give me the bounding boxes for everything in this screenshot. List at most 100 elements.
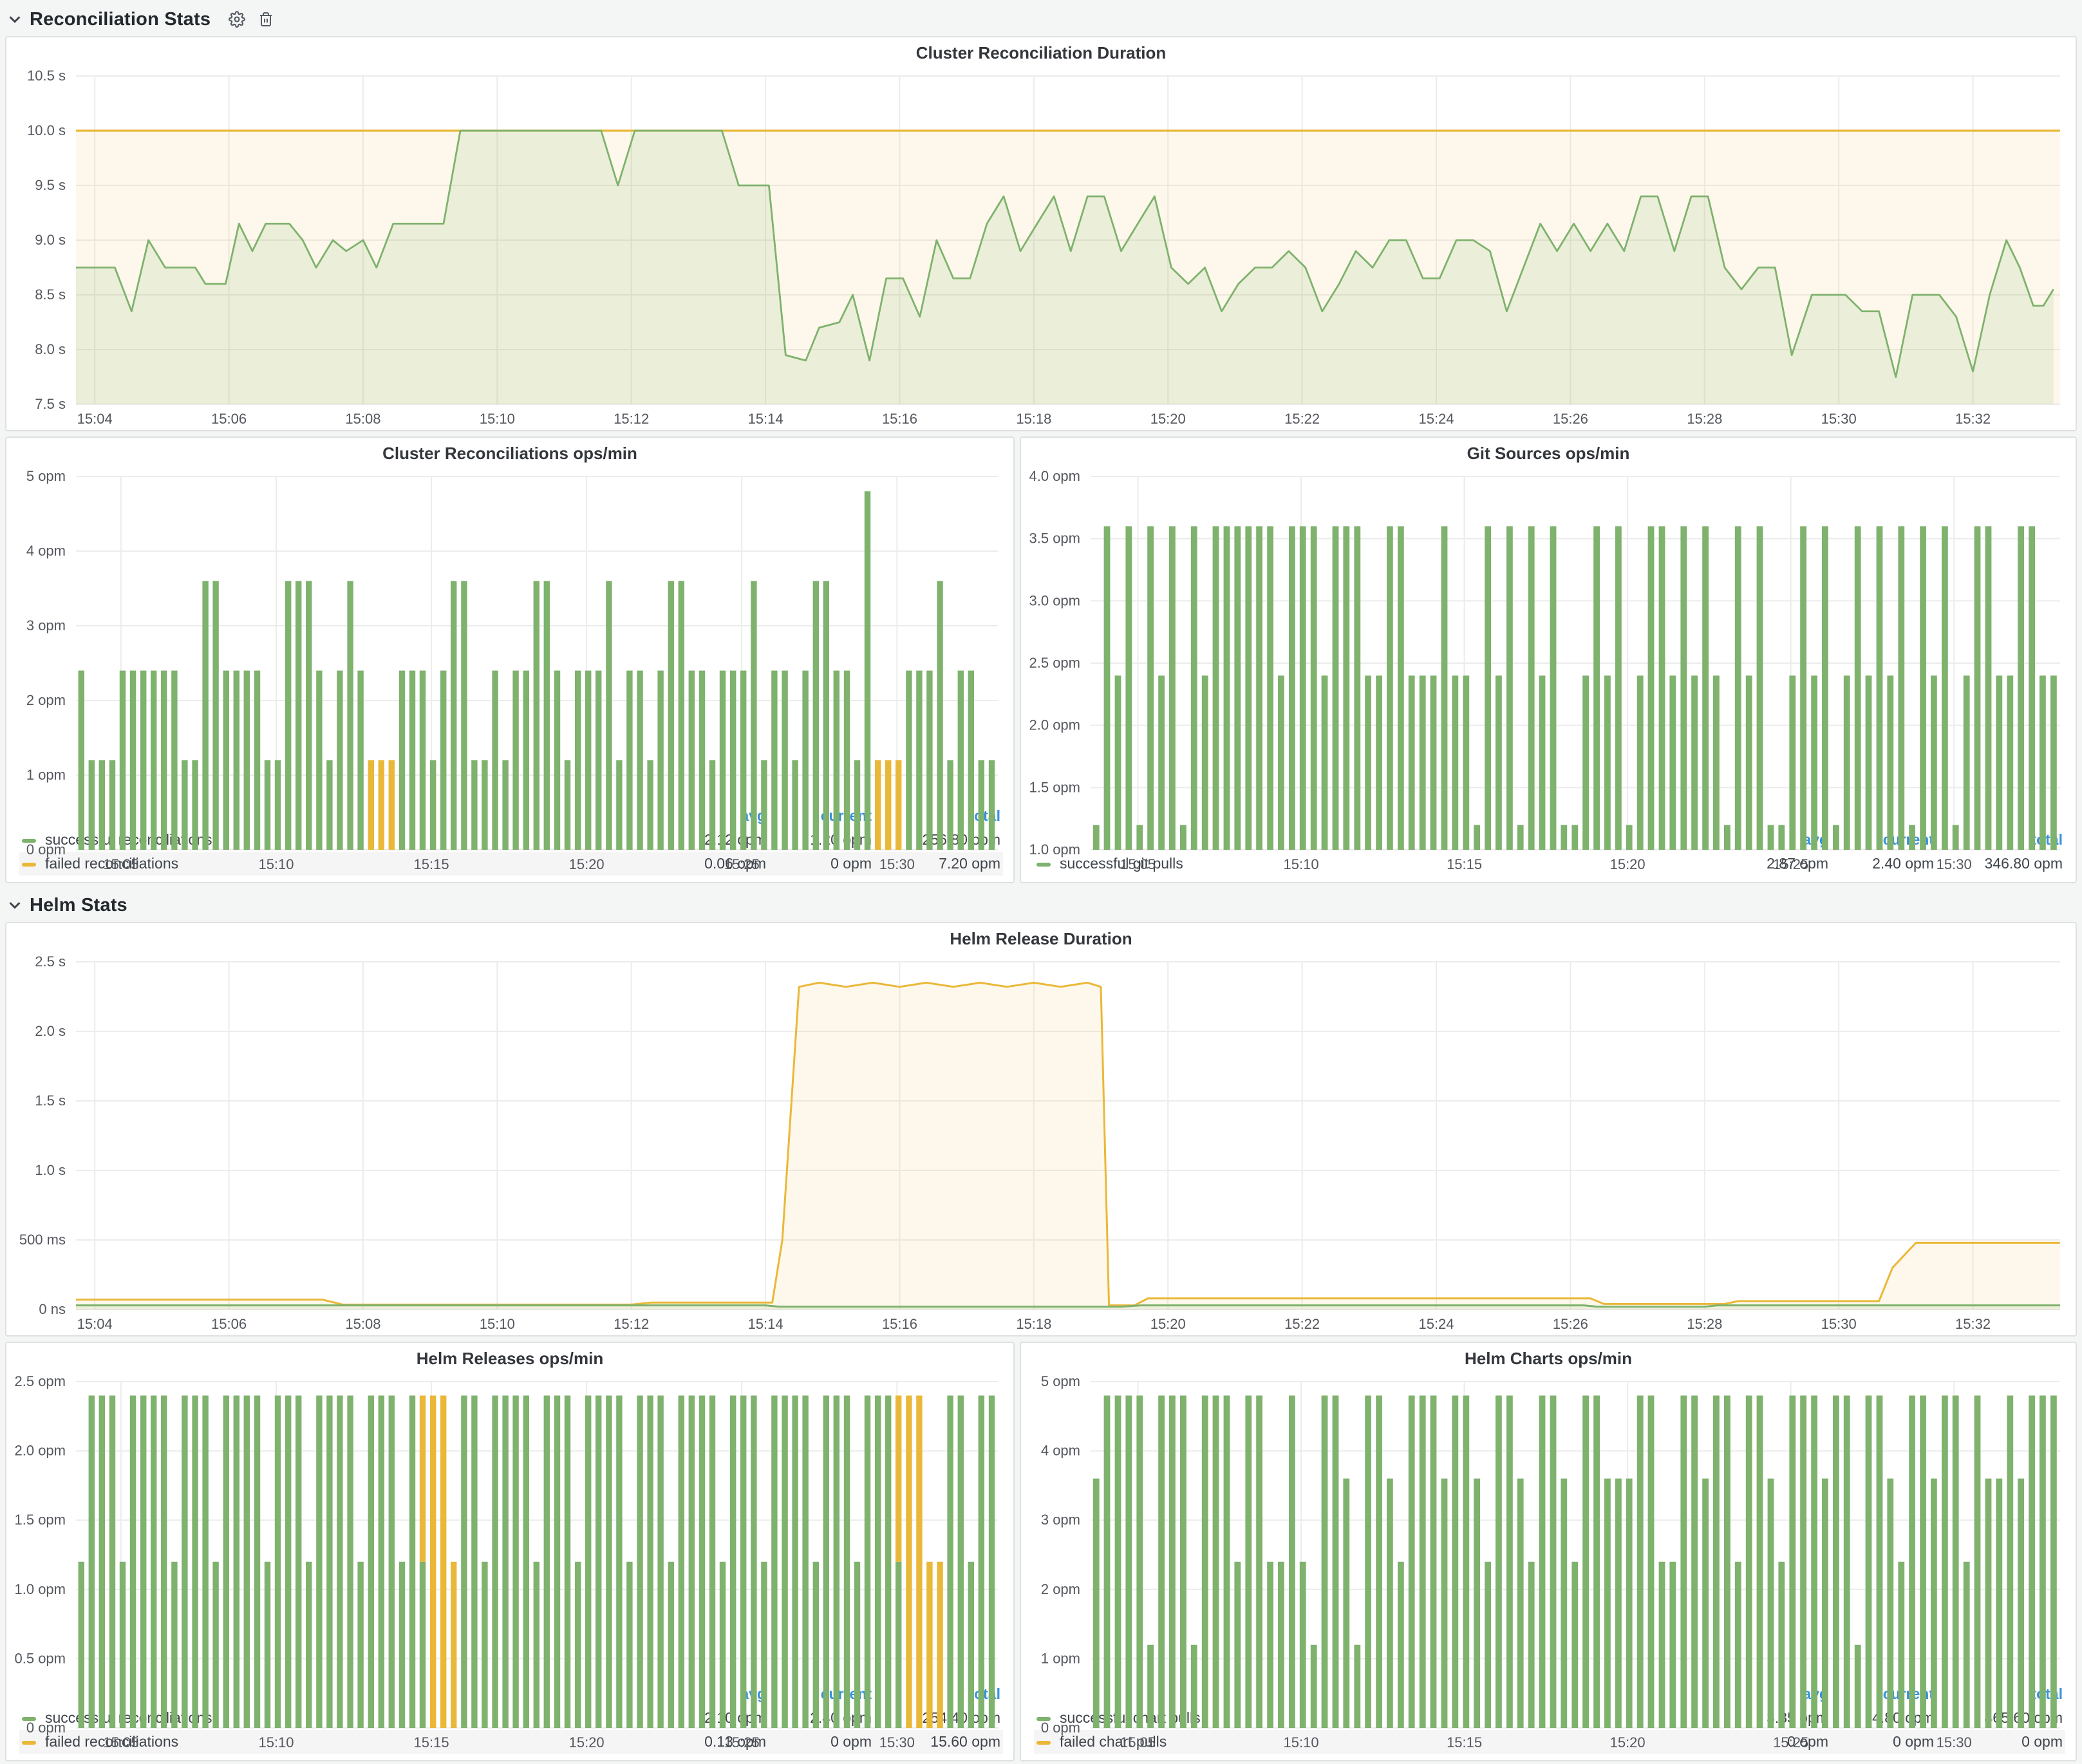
svg-text:15:05: 15:05 <box>103 1734 138 1750</box>
svg-text:1 opm: 1 opm <box>1041 1650 1080 1666</box>
helm-releases-chart[interactable]: 0 opm0.5 opm1.0 opm1.5 opm2.0 opm2.5 opm… <box>6 1371 1013 1682</box>
svg-text:8.0 s: 8.0 s <box>35 341 66 357</box>
svg-text:15:12: 15:12 <box>614 411 649 427</box>
svg-text:2 opm: 2 opm <box>26 692 66 708</box>
grafana-dashboard: Reconciliation Stats Cluster Reconciliat… <box>0 0 2082 1764</box>
svg-text:7.5 s: 7.5 s <box>35 396 66 412</box>
chevron-down-icon[interactable] <box>8 12 22 26</box>
svg-text:15:20: 15:20 <box>569 1734 605 1750</box>
svg-text:15:30: 15:30 <box>879 856 915 872</box>
panel-title[interactable]: Helm Release Duration <box>6 923 2076 952</box>
svg-text:0 opm: 0 opm <box>26 841 66 858</box>
svg-text:15:32: 15:32 <box>1955 411 1991 427</box>
helm-charts-chart[interactable]: 0 opm1 opm2 opm3 opm4 opm5 opm15:0515:10… <box>1021 1371 2076 1682</box>
svg-text:15:15: 15:15 <box>414 856 449 872</box>
svg-text:15:25: 15:25 <box>1773 1734 1808 1750</box>
svg-text:15:08: 15:08 <box>345 1316 380 1332</box>
svg-text:3 opm: 3 opm <box>26 617 66 633</box>
svg-text:15:25: 15:25 <box>724 856 760 872</box>
svg-text:15:04: 15:04 <box>77 411 113 427</box>
svg-text:1.0 opm: 1.0 opm <box>1029 841 1081 858</box>
panel-helm-charts: Helm Charts ops/min 0 opm 1 opm 2 opm 3 opm… <box>1020 1342 2077 1761</box>
svg-text:2.0 s: 2.0 s <box>35 1023 66 1039</box>
svg-text:3.0 opm: 3.0 opm <box>1029 592 1081 608</box>
svg-text:15:12: 15:12 <box>614 1316 649 1332</box>
svg-text:15:05: 15:05 <box>103 856 138 872</box>
svg-text:15:30: 15:30 <box>1937 1734 1972 1750</box>
svg-text:15:04: 15:04 <box>77 1316 113 1332</box>
panel-helm-release-duration: Helm Release Duration 0 ns500 ms1.0 s1.5… <box>5 922 2077 1337</box>
chevron-down-icon[interactable] <box>8 898 22 912</box>
svg-text:15:18: 15:18 <box>1016 1316 1051 1332</box>
svg-text:15:15: 15:15 <box>1447 1734 1482 1750</box>
svg-text:15:28: 15:28 <box>1687 1316 1722 1332</box>
svg-text:0 opm: 0 opm <box>26 1720 66 1736</box>
svg-text:2.5 opm: 2.5 opm <box>15 1373 66 1389</box>
svg-text:15:10: 15:10 <box>1284 1734 1319 1750</box>
svg-text:4 opm: 4 opm <box>1041 1443 1080 1459</box>
panel-title[interactable]: Cluster Reconciliation Duration <box>6 37 2076 66</box>
svg-text:15:20: 15:20 <box>1150 1316 1186 1332</box>
svg-text:15:32: 15:32 <box>1955 1316 1991 1332</box>
svg-text:0 opm: 0 opm <box>1041 1720 1080 1736</box>
panel-title[interactable]: Cluster Reconciliations ops/min <box>6 438 1013 466</box>
svg-text:4.0 opm: 4.0 opm <box>1029 468 1081 484</box>
svg-text:15:20: 15:20 <box>1610 856 1646 872</box>
svg-text:15:28: 15:28 <box>1687 411 1722 427</box>
panel-cluster-reconciliations: Cluster Reconciliations ops/min 0 opm 1 o… <box>5 436 1015 883</box>
svg-text:500 ms: 500 ms <box>19 1232 66 1248</box>
svg-text:2.0 opm: 2.0 opm <box>15 1443 66 1459</box>
panel-title[interactable]: Helm Releases ops/min <box>6 1343 1013 1371</box>
svg-text:5 opm: 5 opm <box>26 468 66 484</box>
cluster-reconciliation-duration-chart[interactable]: 7.5 s8.0 s8.5 s9.0 s9.5 s10.0 s10.5 s15:… <box>6 66 2076 430</box>
helm-release-duration-chart[interactable]: 0 ns500 ms1.0 s1.5 s2.0 s2.5 s15:0415:06… <box>6 952 2076 1335</box>
svg-text:15:16: 15:16 <box>882 411 917 427</box>
section-header-reconciliation-stats[interactable]: Reconciliation Stats <box>0 0 2082 36</box>
svg-text:15:25: 15:25 <box>1773 856 1808 872</box>
panel-title[interactable]: Helm Charts ops/min <box>1021 1343 2076 1371</box>
svg-text:15:10: 15:10 <box>480 1316 515 1332</box>
git-sources-chart[interactable]: 1.0 opm1.5 opm2.0 opm2.5 opm3.0 opm3.5 o… <box>1021 466 2076 828</box>
svg-text:2 opm: 2 opm <box>1041 1581 1080 1597</box>
svg-text:15:05: 15:05 <box>1120 856 1156 872</box>
svg-text:15:10: 15:10 <box>258 1734 294 1750</box>
svg-text:15:30: 15:30 <box>1937 856 1972 872</box>
svg-text:1.5 opm: 1.5 opm <box>15 1512 66 1528</box>
svg-text:3.5 opm: 3.5 opm <box>1029 530 1081 547</box>
svg-text:1.5 opm: 1.5 opm <box>1029 779 1081 795</box>
svg-text:15:10: 15:10 <box>258 856 294 872</box>
svg-text:1.0 s: 1.0 s <box>35 1162 66 1178</box>
svg-text:15:25: 15:25 <box>724 1734 760 1750</box>
svg-text:15:15: 15:15 <box>1447 856 1482 872</box>
svg-text:15:26: 15:26 <box>1553 411 1588 427</box>
svg-text:10.0 s: 10.0 s <box>27 122 66 138</box>
section-header-helm-stats[interactable]: Helm Stats <box>0 886 2082 922</box>
svg-text:15:18: 15:18 <box>1016 411 1051 427</box>
svg-text:5 opm: 5 opm <box>1041 1373 1080 1389</box>
trash-icon[interactable] <box>258 11 274 28</box>
svg-text:15:06: 15:06 <box>211 411 247 427</box>
svg-text:1.0 opm: 1.0 opm <box>15 1581 66 1597</box>
svg-text:2.5 s: 2.5 s <box>35 953 66 970</box>
svg-text:15:30: 15:30 <box>1821 411 1857 427</box>
cluster-reconciliations-chart[interactable]: 0 opm1 opm2 opm3 opm4 opm5 opm15:0515:10… <box>6 466 1013 804</box>
svg-text:15:05: 15:05 <box>1120 1734 1156 1750</box>
svg-text:15:08: 15:08 <box>345 411 380 427</box>
svg-text:8.5 s: 8.5 s <box>35 286 66 303</box>
svg-text:2.0 opm: 2.0 opm <box>1029 717 1081 733</box>
gear-icon[interactable] <box>229 11 245 28</box>
svg-text:1 opm: 1 opm <box>26 767 66 783</box>
svg-text:2.5 opm: 2.5 opm <box>1029 655 1081 671</box>
svg-text:15:24: 15:24 <box>1418 1316 1454 1332</box>
svg-text:10.5 s: 10.5 s <box>27 68 66 84</box>
svg-text:15:26: 15:26 <box>1553 1316 1588 1332</box>
svg-text:15:15: 15:15 <box>414 1734 449 1750</box>
svg-text:15:16: 15:16 <box>882 1316 917 1332</box>
panel-git-sources: Git Sources ops/min 1.0 opm 1.5 opm 2.0 op… <box>1020 436 2077 883</box>
panel-title[interactable]: Git Sources ops/min <box>1021 438 2076 466</box>
svg-text:0 ns: 0 ns <box>39 1301 66 1317</box>
svg-text:0.5 opm: 0.5 opm <box>15 1650 66 1666</box>
svg-text:15:22: 15:22 <box>1284 411 1320 427</box>
svg-text:15:20: 15:20 <box>1150 411 1186 427</box>
svg-text:3 opm: 3 opm <box>1041 1512 1080 1528</box>
